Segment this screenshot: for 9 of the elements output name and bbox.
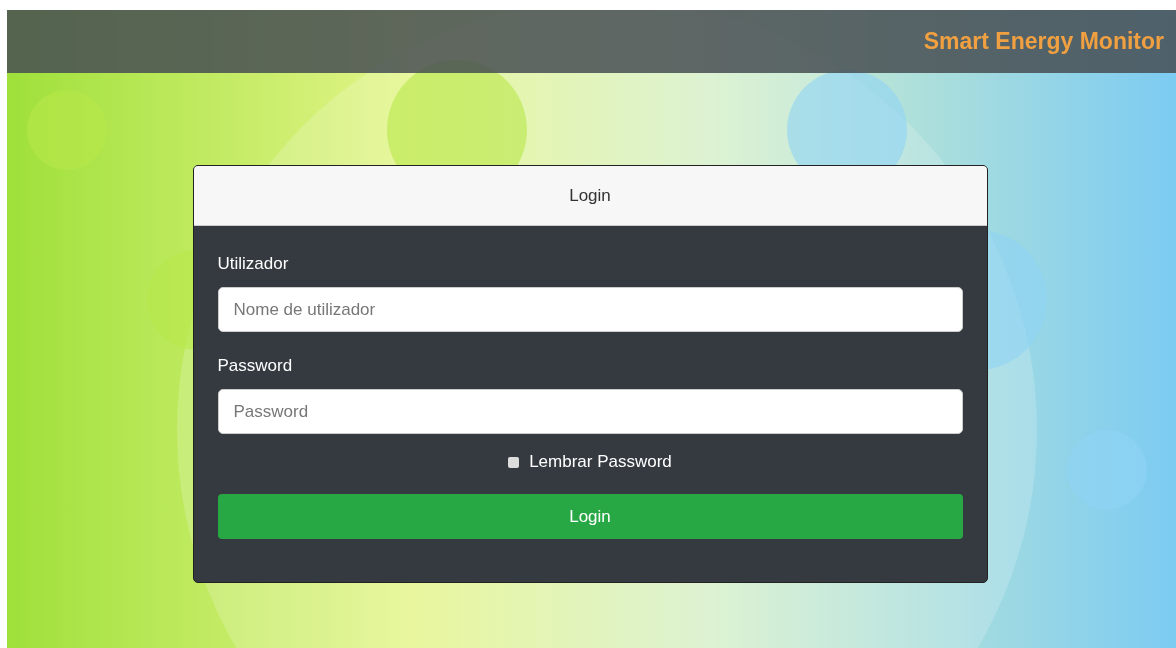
- field-label: Password: [217, 356, 294, 376]
- checkbox-label[interactable]: Lembrar Password: [529, 452, 672, 472]
- card-title: Login: [569, 185, 611, 206]
- input-field[interactable]: Nome de utilizador: [217, 287, 963, 332]
- field-label: Utilizador: [217, 254, 290, 274]
- checkbox[interactable]: [508, 456, 520, 468]
- login-button[interactable]: Login: [217, 494, 963, 539]
- brand-title[interactable]: Smart Energy Monitor: [923, 28, 1164, 55]
- input-field[interactable]: Password: [217, 389, 963, 434]
